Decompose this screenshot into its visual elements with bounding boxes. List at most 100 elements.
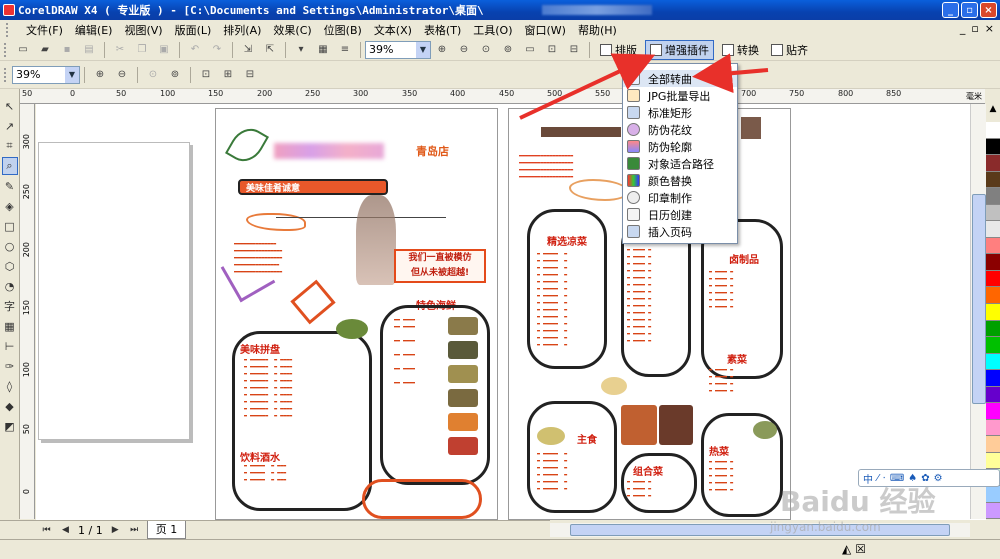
color-swatch[interactable]: [986, 287, 1000, 305]
color-swatch[interactable]: [986, 237, 1000, 255]
zoom-width-icon[interactable]: ⊞: [219, 66, 237, 84]
enhance-plugin-button[interactable]: 增强插件: [645, 39, 714, 60]
zoom-all-icon[interactable]: ⊚: [166, 66, 184, 84]
menu-item-stamp[interactable]: 印章制作: [623, 189, 737, 206]
rectangle-tool-icon[interactable]: □: [2, 217, 18, 235]
menu-item-color-replace[interactable]: 颜色替换: [623, 172, 737, 189]
color-swatch[interactable]: [986, 419, 1000, 437]
fill-tool-icon[interactable]: ◆: [2, 397, 18, 415]
menu-file[interactable]: 文件(F): [20, 22, 69, 38]
welcome-screen-icon[interactable]: ▦: [314, 41, 332, 59]
vertical-scrollbar-thumb[interactable]: [972, 194, 986, 404]
menu-item-anticounterfeit-outline[interactable]: 防伪轮廓: [623, 138, 737, 155]
mdi-minimize-button[interactable]: _: [960, 22, 966, 35]
ime-flower-icon[interactable]: ✿: [921, 473, 929, 484]
typeset-button[interactable]: 排版: [596, 40, 641, 60]
menu-edit[interactable]: 编辑(E): [69, 22, 119, 38]
menu-item-insert-page-number[interactable]: 插入页码: [623, 223, 737, 240]
first-page-icon[interactable]: ⏮: [40, 524, 53, 537]
crop-tool-icon[interactable]: ⌗: [2, 137, 18, 155]
menu-tools[interactable]: 工具(O): [467, 22, 518, 38]
menu-item-standard-rectangle[interactable]: 标准矩形: [623, 104, 737, 121]
color-swatch[interactable]: [986, 155, 1000, 172]
table-tool-icon[interactable]: ▦: [2, 317, 18, 335]
mdi-close-button[interactable]: ×: [985, 22, 994, 35]
ime-skin-icon[interactable]: ♠: [908, 473, 917, 484]
shape-tool-icon[interactable]: ↗: [2, 117, 18, 135]
color-swatch[interactable]: [986, 386, 1000, 404]
color-swatch[interactable]: [986, 452, 1000, 470]
zoom-page-icon[interactable]: ▭: [521, 41, 539, 59]
last-page-icon[interactable]: ⏭: [128, 524, 141, 537]
menu-effects[interactable]: 效果(C): [267, 22, 317, 38]
vertical-scrollbar[interactable]: [970, 104, 986, 519]
zoom-page-icon[interactable]: ⊡: [197, 66, 215, 84]
mdi-restore-button[interactable]: ▫: [971, 22, 978, 35]
application-launcher-icon[interactable]: ▾: [292, 41, 310, 59]
chevron-down-icon[interactable]: ▼: [416, 41, 430, 58]
color-swatch[interactable]: [986, 221, 1000, 238]
zoom-selected-icon[interactable]: ⊙: [477, 41, 495, 59]
zoom-all-icon[interactable]: ⊚: [499, 41, 517, 59]
save-icon[interactable]: ▪: [58, 41, 76, 59]
color-swatch[interactable]: [986, 270, 1000, 288]
pick-tool-icon[interactable]: ↖: [2, 97, 18, 115]
chevron-down-icon[interactable]: ▼: [65, 66, 79, 83]
convert-button[interactable]: 转换: [718, 40, 763, 60]
zoom-out-icon[interactable]: ⊖: [113, 66, 131, 84]
print-icon[interactable]: ▤: [80, 41, 98, 59]
zoom-level-combo[interactable]: 39% ▼: [365, 40, 431, 59]
import-icon[interactable]: ⇲: [239, 41, 257, 59]
smart-fill-icon[interactable]: ◈: [2, 197, 18, 215]
menu-window[interactable]: 窗口(W): [519, 22, 572, 38]
menu-item-convert-all-curves[interactable]: 全部转曲: [623, 70, 737, 87]
color-swatch[interactable]: [986, 502, 1000, 520]
horizontal-ruler[interactable]: 50 0 50 100 150 200 250 300 350 400 450 …: [20, 89, 985, 104]
horizontal-scrollbar-thumb[interactable]: [570, 524, 950, 536]
copy-icon[interactable]: ❐: [133, 41, 151, 59]
outline-indicator-icon[interactable]: ☒: [855, 542, 866, 556]
horizontal-scrollbar[interactable]: [550, 523, 970, 537]
menu-item-fit-to-path[interactable]: 对象适合路径: [623, 155, 737, 172]
interactive-fill-icon[interactable]: ◩: [2, 417, 18, 435]
freehand-tool-icon[interactable]: ✎: [2, 177, 18, 195]
vertical-ruler[interactable]: 300 250 200 150 100 50 0: [20, 104, 35, 519]
dimension-tool-icon[interactable]: ⊢: [2, 337, 18, 355]
ime-dot-icon[interactable]: ⋅: [883, 473, 886, 484]
new-icon[interactable]: ▭: [14, 41, 32, 59]
settings-icon[interactable]: ⚙: [934, 473, 943, 484]
eyedropper-tool-icon[interactable]: ✑: [2, 357, 18, 375]
menu-item-jpg-export[interactable]: JPG批量导出: [623, 87, 737, 104]
color-swatch[interactable]: [986, 122, 1000, 139]
zoom-tool-icon[interactable]: ⌕: [1, 157, 18, 175]
menu-layout[interactable]: 版面(L): [169, 22, 218, 38]
menu-view[interactable]: 视图(V): [118, 22, 168, 38]
ellipse-tool-icon[interactable]: ○: [2, 237, 18, 255]
corel-online-icon[interactable]: ≡: [336, 41, 354, 59]
color-swatch[interactable]: [986, 486, 1000, 503]
color-swatch[interactable]: [986, 353, 1000, 371]
zoom-width-icon[interactable]: ⊡: [543, 41, 561, 59]
redo-icon[interactable]: ↷: [208, 41, 226, 59]
outline-tool-icon[interactable]: ◊: [2, 377, 18, 395]
color-swatch[interactable]: [986, 403, 1000, 420]
zoom-in-icon[interactable]: ⊕: [91, 66, 109, 84]
color-swatch[interactable]: [986, 304, 1000, 321]
property-zoom-combo[interactable]: 39% ▼: [12, 65, 80, 84]
menu-table[interactable]: 表格(T): [418, 22, 467, 38]
open-icon[interactable]: ▰: [36, 41, 54, 59]
paste-icon[interactable]: ▣: [155, 41, 173, 59]
zoom-height-icon[interactable]: ⊟: [241, 66, 259, 84]
color-swatch[interactable]: [986, 204, 1000, 222]
cut-icon[interactable]: ✂: [111, 41, 129, 59]
ime-punct-icon[interactable]: ⁄: [877, 473, 879, 484]
menu-page-1[interactable]: 青岛店 美味佳肴诚意 ▬▬▬▬▬▬▬▬▬▬▬▬▬▬ ▬▬▬▬▬▬▬▬▬▬▬▬▬▬…: [215, 108, 498, 520]
menu-help[interactable]: 帮助(H): [572, 22, 623, 38]
fill-indicator-icon[interactable]: ◭: [842, 542, 851, 556]
text-tool-icon[interactable]: 字: [2, 297, 18, 315]
drawing-canvas[interactable]: 青岛店 美味佳肴诚意 ▬▬▬▬▬▬▬▬▬▬▬▬▬▬ ▬▬▬▬▬▬▬▬▬▬▬▬▬▬…: [36, 104, 986, 520]
zoom-out-icon[interactable]: ⊖: [455, 41, 473, 59]
undo-icon[interactable]: ↶: [186, 41, 204, 59]
keyboard-icon[interactable]: ⌨: [890, 473, 904, 484]
close-button[interactable]: ×: [980, 2, 997, 18]
